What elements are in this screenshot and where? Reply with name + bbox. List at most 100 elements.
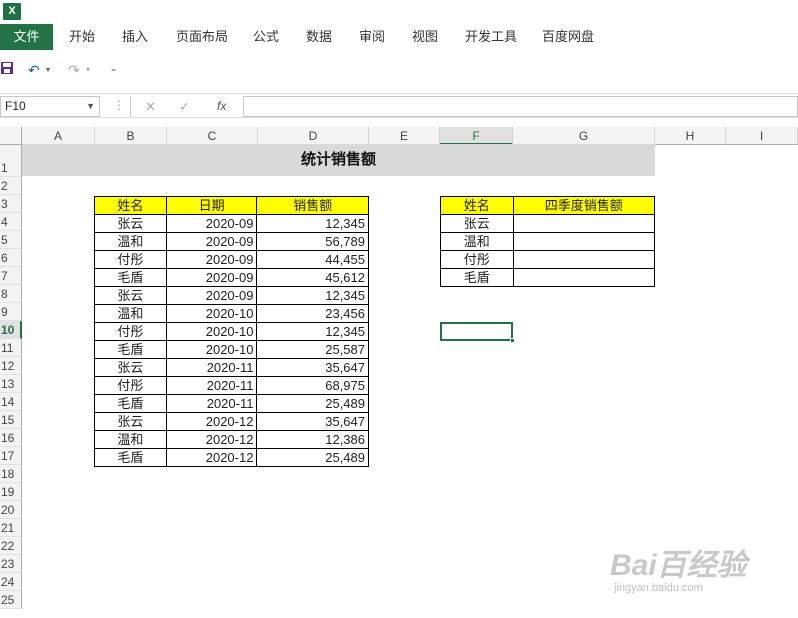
cell-date[interactable]: 2020-09 <box>165 214 258 233</box>
cell-date[interactable]: 2020-09 <box>165 232 258 251</box>
row-header-7[interactable]: 7 <box>0 267 22 285</box>
cell-name[interactable]: 毛盾 <box>94 448 167 467</box>
row-header-16[interactable]: 16 <box>0 429 22 447</box>
cell-sales[interactable]: 25,489 <box>256 448 369 467</box>
customize-icon[interactable]: ₌ <box>111 60 116 80</box>
cell-name[interactable]: 张云 <box>94 412 167 431</box>
row-header-11[interactable]: 11 <box>0 339 22 357</box>
cell-date[interactable]: 2020-12 <box>165 412 258 431</box>
row-header-8[interactable]: 8 <box>0 285 22 303</box>
row-header-6[interactable]: 6 <box>0 249 22 267</box>
name-box[interactable]: F10 ▼ <box>0 96 100 117</box>
tab-review[interactable]: 审阅 <box>359 24 385 50</box>
row-header-20[interactable]: 20 <box>0 501 22 519</box>
tab-data[interactable]: 数据 <box>306 24 332 50</box>
header-name[interactable]: 姓名 <box>94 196 167 215</box>
cell-date[interactable]: 2020-11 <box>165 376 258 395</box>
cell-date[interactable]: 2020-09 <box>165 268 258 287</box>
cell-sales[interactable]: 12,345 <box>256 214 369 233</box>
tab-page-layout[interactable]: 页面布局 <box>176 24 228 50</box>
row-header-2[interactable]: 2 <box>0 177 22 195</box>
cell-sales[interactable]: 12,345 <box>256 322 369 341</box>
cell-date[interactable]: 2020-12 <box>165 430 258 449</box>
column-header-i[interactable]: I <box>726 127 798 145</box>
tab-file[interactable]: 文件 <box>0 24 53 50</box>
cell-sales[interactable]: 45,612 <box>256 268 369 287</box>
cell-sales[interactable]: 56,789 <box>256 232 369 251</box>
tab-developer[interactable]: 开发工具 <box>465 24 517 50</box>
cell-q4-sales[interactable] <box>512 268 656 287</box>
cell-sales[interactable]: 35,647 <box>256 358 369 377</box>
row-header-4[interactable]: 4 <box>0 213 22 231</box>
redo-dropdown-icon[interactable]: ▾ <box>86 60 90 80</box>
tab-baidu-netdisk[interactable]: 百度网盘 <box>542 24 594 50</box>
header-date[interactable]: 日期 <box>165 196 258 215</box>
formula-splitter-icon[interactable]: ⋮ <box>113 98 125 112</box>
cell-date[interactable]: 2020-12 <box>165 448 258 467</box>
cell-name[interactable]: 付彤 <box>440 250 514 269</box>
tab-formulas[interactable]: 公式 <box>253 24 279 50</box>
cell-name[interactable]: 付彤 <box>94 250 167 269</box>
cell-date[interactable]: 2020-11 <box>165 394 258 413</box>
cell-sales[interactable]: 12,345 <box>256 286 369 305</box>
cell-name[interactable]: 温和 <box>94 304 167 323</box>
column-header-h[interactable]: H <box>655 127 726 145</box>
tab-view[interactable]: 视图 <box>412 24 438 50</box>
cell-name[interactable]: 张云 <box>440 214 514 233</box>
redo-icon[interactable]: ↷ <box>68 60 80 80</box>
row-header-10[interactable]: 10 <box>0 321 22 339</box>
tab-home[interactable]: 开始 <box>69 24 95 50</box>
chevron-down-icon[interactable]: ▼ <box>86 97 95 116</box>
column-header-b[interactable]: B <box>95 127 167 145</box>
cell-q4-sales[interactable] <box>512 232 656 251</box>
cell-name[interactable]: 张云 <box>94 214 167 233</box>
row-header-14[interactable]: 14 <box>0 393 22 411</box>
column-header-d[interactable]: D <box>258 127 369 145</box>
cell-sales[interactable]: 23,456 <box>256 304 369 323</box>
column-header-f[interactable]: F <box>440 127 513 145</box>
undo-dropdown-icon[interactable]: ▾ <box>46 60 50 80</box>
row-header-3[interactable]: 3 <box>0 195 22 213</box>
formula-input[interactable] <box>243 96 798 117</box>
enter-icon[interactable]: ✓ <box>179 96 190 117</box>
header-name[interactable]: 姓名 <box>440 196 514 215</box>
cell-name[interactable]: 毛盾 <box>94 394 167 413</box>
row-header-24[interactable]: 24 <box>0 573 22 591</box>
row-header-12[interactable]: 12 <box>0 357 22 375</box>
cell-name[interactable]: 张云 <box>94 358 167 377</box>
cell-name[interactable]: 毛盾 <box>94 340 167 359</box>
tab-insert[interactable]: 插入 <box>122 24 148 50</box>
cell-name[interactable]: 毛盾 <box>94 268 167 287</box>
row-header-18[interactable]: 18 <box>0 465 22 483</box>
select-all-corner[interactable] <box>0 127 22 145</box>
cell-name[interactable]: 温和 <box>440 232 514 251</box>
active-cell-selection[interactable] <box>440 322 513 341</box>
sheet-title[interactable]: 统计销售额 <box>22 144 655 176</box>
row-header-9[interactable]: 9 <box>0 303 22 321</box>
cell-name[interactable]: 张云 <box>94 286 167 305</box>
row-header-15[interactable]: 15 <box>0 411 22 429</box>
cell-name[interactable]: 付彤 <box>94 376 167 395</box>
fill-handle[interactable] <box>510 338 515 343</box>
cell-sales[interactable]: 44,455 <box>256 250 369 269</box>
cell-sales[interactable]: 25,489 <box>256 394 369 413</box>
header-sales[interactable]: 销售额 <box>256 196 369 215</box>
cell-sales[interactable]: 12,386 <box>256 430 369 449</box>
row-header-22[interactable]: 22 <box>0 537 22 555</box>
insert-function-icon[interactable]: fx <box>217 96 226 117</box>
cell-q4-sales[interactable] <box>512 214 656 233</box>
cell-date[interactable]: 2020-10 <box>165 322 258 341</box>
cancel-icon[interactable]: ✕ <box>145 96 156 117</box>
row-header-1[interactable]: 1 <box>0 145 22 177</box>
cell-name[interactable]: 温和 <box>94 430 167 449</box>
cell-date[interactable]: 2020-10 <box>165 304 258 323</box>
cell-name[interactable]: 付彤 <box>94 322 167 341</box>
cell-sales[interactable]: 68,975 <box>256 376 369 395</box>
column-header-g[interactable]: G <box>513 127 655 145</box>
column-header-a[interactable]: A <box>22 127 95 145</box>
cell-q4-sales[interactable] <box>512 250 656 269</box>
cell-sales[interactable]: 25,587 <box>256 340 369 359</box>
cell-date[interactable]: 2020-11 <box>165 358 258 377</box>
cell-date[interactable]: 2020-09 <box>165 250 258 269</box>
row-header-25[interactable]: 25 <box>0 591 22 609</box>
